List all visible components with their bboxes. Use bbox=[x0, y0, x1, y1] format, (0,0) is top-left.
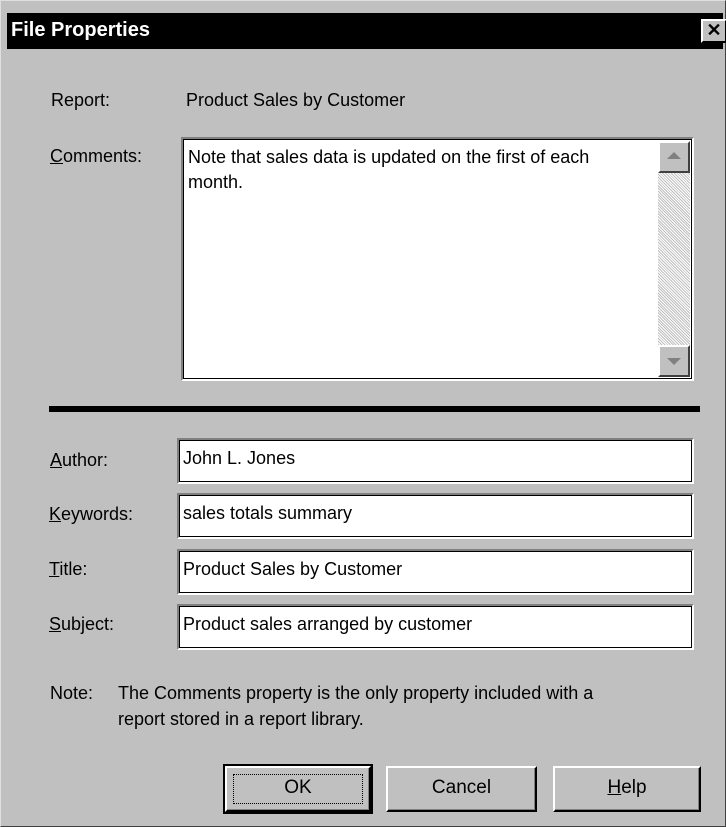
file-properties-dialog: File Properties ✕ Report: Product Sales … bbox=[0, 0, 726, 827]
report-name: Product Sales by Customer bbox=[186, 90, 406, 110]
title-value: Product Sales by Customer bbox=[183, 559, 403, 579]
scroll-down-arrow-icon bbox=[667, 358, 681, 365]
scroll-up-arrow-icon bbox=[667, 152, 681, 159]
note-line-1: The Comments property is the only proper… bbox=[118, 683, 594, 703]
author-field[interactable]: John L. Jones bbox=[177, 438, 694, 484]
title-bar: File Properties ✕ bbox=[7, 13, 726, 49]
comments-scrollbar[interactable] bbox=[658, 141, 690, 377]
note-prefix: Note: bbox=[50, 683, 94, 703]
help-button-label: Help bbox=[607, 777, 647, 798]
keywords-value: sales totals summary bbox=[183, 503, 353, 523]
window-title: File Properties bbox=[11, 19, 150, 41]
scroll-down-button[interactable] bbox=[658, 345, 690, 377]
close-button[interactable]: ✕ bbox=[701, 19, 726, 43]
section-divider bbox=[49, 406, 700, 412]
cancel-button-label: Cancel bbox=[431, 777, 492, 798]
subject-value: Product sales arranged by customer bbox=[183, 614, 473, 634]
comments-textarea[interactable]: Note that sales data is updated on the f… bbox=[181, 137, 694, 381]
author-value: John L. Jones bbox=[183, 448, 296, 468]
comments-label: Comments: bbox=[50, 146, 143, 166]
ok-button[interactable]: OK bbox=[223, 764, 373, 814]
ok-button-label: OK bbox=[284, 777, 312, 798]
subject-field[interactable]: Product sales arranged by customer bbox=[177, 604, 694, 650]
report-label: Report: bbox=[51, 90, 111, 110]
help-button[interactable]: Help bbox=[553, 766, 701, 812]
title-field[interactable]: Product Sales by Customer bbox=[177, 549, 694, 595]
note-line-2: report stored in a report library. bbox=[118, 709, 364, 729]
comments-text: Note that sales data is updated on the f… bbox=[188, 147, 590, 192]
scroll-up-button[interactable] bbox=[658, 141, 690, 173]
keywords-label: Keywords: bbox=[49, 504, 134, 524]
title-label: Title: bbox=[49, 559, 88, 579]
keywords-field[interactable]: sales totals summary bbox=[177, 493, 694, 539]
author-label: Author: bbox=[50, 450, 109, 470]
cancel-button[interactable]: Cancel bbox=[386, 766, 537, 812]
subject-label: Subject: bbox=[49, 614, 115, 634]
close-icon: ✕ bbox=[706, 20, 722, 40]
